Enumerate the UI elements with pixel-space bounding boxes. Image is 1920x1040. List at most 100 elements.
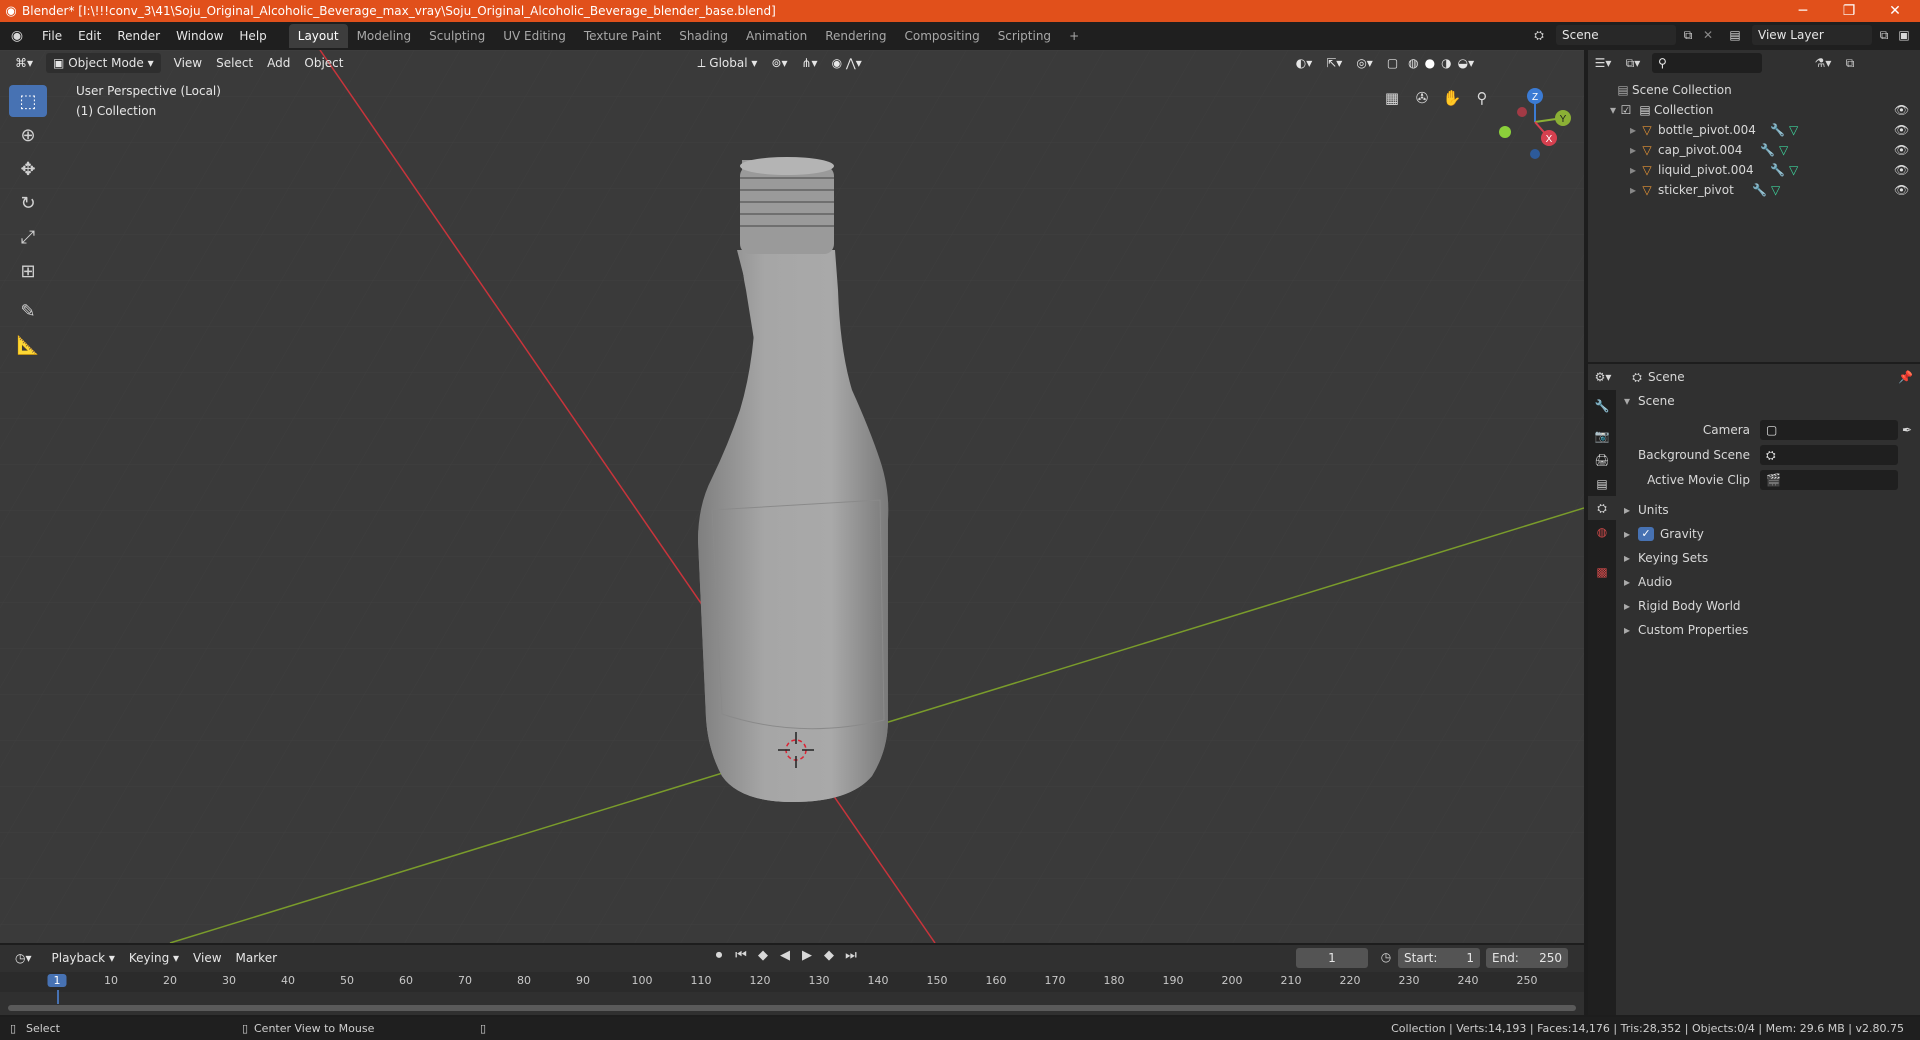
panel-custom-properties[interactable]: ▸ Custom Properties <box>1624 620 1914 640</box>
eye-icon[interactable]: 👁 <box>1894 143 1909 157</box>
panel-gravity[interactable]: ▸ ✓ Gravity <box>1624 524 1914 544</box>
transform-tool-icon[interactable]: ⊞ <box>9 255 47 287</box>
next-keyframe-icon[interactable]: ◆ <box>820 948 838 963</box>
rendered-shading-icon[interactable]: ◒▾ <box>1455 53 1478 73</box>
blender-menu-icon[interactable]: ◉ <box>0 28 34 44</box>
camera-input[interactable]: ▢ <box>1760 420 1898 440</box>
outliner-row-collection[interactable]: ▾ ☑ ▤ Collection 👁 <box>1588 100 1920 120</box>
gizmo-toggle-icon[interactable]: ⇱▾ <box>1319 53 1349 73</box>
menu-render[interactable]: Render <box>109 24 168 48</box>
properties-editor-type-icon[interactable]: ⚙▾ <box>1588 370 1618 384</box>
pin-icon[interactable]: 📌 <box>1898 370 1913 384</box>
background-scene-input[interactable]: ⛭ <box>1760 445 1898 465</box>
measure-tool-icon[interactable]: 📐 <box>9 329 47 361</box>
tab-sculpting[interactable]: Sculpting <box>420 24 494 48</box>
playhead-line[interactable] <box>57 990 59 1004</box>
snap-icon[interactable]: ⋔▾ <box>795 53 825 73</box>
remove-scene-icon[interactable]: ✕ <box>1700 28 1716 42</box>
jump-end-icon[interactable]: ⏭ <box>842 948 860 963</box>
eyedropper-icon[interactable]: ✒ <box>1902 423 1912 437</box>
timeline-editor-type-icon[interactable]: ◷▾ <box>8 948 39 968</box>
move-tool-icon[interactable]: ✥ <box>9 153 47 185</box>
tab-uv-editing[interactable]: UV Editing <box>494 24 575 48</box>
outliner-row-object[interactable]: ▸ ▽ bottle_pivot.004 🔧 ▽ 👁 <box>1588 120 1920 140</box>
modifier-icon[interactable]: 🔧 <box>1760 143 1775 157</box>
editor-type-icon[interactable]: ⌘▾ <box>8 53 40 73</box>
new-scene-icon[interactable]: ⧉ <box>1680 28 1696 43</box>
scale-tool-icon[interactable]: ⤢ <box>9 221 47 253</box>
mesh-data-icon[interactable]: ▽ <box>1789 163 1798 177</box>
menu-window[interactable]: Window <box>168 24 231 48</box>
expand-arrow-icon[interactable]: ▾ <box>1588 103 1616 117</box>
transform-orientation[interactable]: ⟂ Global ▾ <box>690 53 764 73</box>
outliner-row-object[interactable]: ▸ ▽ sticker_pivot 🔧 ▽ 👁 <box>1588 180 1920 200</box>
new-collection-icon[interactable]: ⧉ <box>1838 56 1862 71</box>
scene-section-header[interactable]: ▾ Scene <box>1624 391 1914 411</box>
pivot-point-icon[interactable]: ⊚▾ <box>764 53 794 73</box>
outliner-search-input[interactable]: ⚲ <box>1652 53 1762 73</box>
start-frame-input[interactable]: Start: 1 <box>1398 948 1480 968</box>
menu-marker[interactable]: Marker <box>229 948 284 968</box>
tab-scripting[interactable]: Scripting <box>989 24 1060 48</box>
display-mode-icon[interactable]: ⧉▾ <box>1618 56 1648 71</box>
eye-icon[interactable]: 👁 <box>1894 163 1909 177</box>
panel-keying-sets[interactable]: ▸ Keying Sets <box>1624 548 1914 568</box>
mode-selector[interactable]: ▣ Object Mode ▾ <box>46 53 161 73</box>
mesh-data-icon[interactable]: ▽ <box>1789 123 1798 137</box>
eye-icon[interactable]: 👁 <box>1894 103 1909 117</box>
tab-compositing[interactable]: Compositing <box>895 24 988 48</box>
orientation-gizmo[interactable]: Z Y X <box>1490 82 1580 162</box>
new-view-layer-icon[interactable]: ⧉ <box>1876 28 1892 43</box>
minimize-button[interactable]: ─ <box>1780 0 1826 22</box>
menu-view[interactable]: View <box>186 948 228 968</box>
prev-keyframe-icon[interactable]: ◆ <box>754 948 772 963</box>
modifier-icon[interactable]: 🔧 <box>1752 183 1767 197</box>
timeline-scrollbar[interactable] <box>8 1005 1576 1011</box>
menu-object[interactable]: Object <box>297 53 350 73</box>
play-icon[interactable]: ▶ <box>798 948 816 963</box>
select-box-tool-icon[interactable]: ⬚ <box>9 85 47 117</box>
menu-add[interactable]: Add <box>260 53 297 73</box>
modifier-icon[interactable]: 🔧 <box>1770 123 1785 137</box>
3d-viewport[interactable] <box>0 50 1584 943</box>
menu-keying[interactable]: Keying ▾ <box>122 948 186 968</box>
tab-shading[interactable]: Shading <box>670 24 737 48</box>
pan-hand-icon[interactable]: ✋ <box>1440 86 1464 110</box>
render-tab-icon[interactable]: 📷 <box>1588 424 1616 448</box>
eye-icon[interactable]: 👁 <box>1894 123 1909 137</box>
gravity-checkbox[interactable]: ✓ <box>1638 527 1654 541</box>
modifier-icon[interactable]: 🔧 <box>1770 163 1785 177</box>
end-frame-input[interactable]: End: 250 <box>1486 948 1568 968</box>
outliner-editor-type-icon[interactable]: ☰▾ <box>1588 56 1618 70</box>
remove-view-layer-icon[interactable]: ▣ <box>1896 28 1912 42</box>
frame-ruler[interactable]: 1 10 20 30 40 50 60 70 80 90 100 110 120 130 140 150 160… <box>0 972 1584 1004</box>
outliner-row-object[interactable]: ▸ ▽ liquid_pivot.004 🔧 ▽ 👁 <box>1588 160 1920 180</box>
cursor-tool-icon[interactable]: ⊕ <box>9 119 47 151</box>
menu-playback[interactable]: Playback ▾ <box>45 948 122 968</box>
scene-tab-icon[interactable]: ⛭ <box>1588 496 1616 520</box>
material-shading-icon[interactable]: ◑ <box>1438 53 1454 73</box>
record-icon[interactable]: ⏺ <box>710 948 728 963</box>
menu-file[interactable]: File <box>34 24 70 48</box>
world-tab-icon[interactable]: ◍ <box>1588 520 1616 544</box>
output-tab-icon[interactable]: 🖨 <box>1588 448 1616 472</box>
active-movie-clip-input[interactable]: 🎬 <box>1760 470 1898 490</box>
mesh-data-icon[interactable]: ▽ <box>1779 143 1788 157</box>
play-reverse-icon[interactable]: ◀ <box>776 948 794 963</box>
menu-view[interactable]: View <box>167 53 209 73</box>
solid-shading-icon[interactable]: ● <box>1422 53 1438 73</box>
tab-layout[interactable]: Layout <box>288 24 348 48</box>
mesh-data-icon[interactable]: ▽ <box>1771 183 1780 197</box>
panel-rigid-body-world[interactable]: ▸ Rigid Body World <box>1624 596 1914 616</box>
view-layer-selector[interactable]: View Layer <box>1752 25 1872 45</box>
grid-view-icon[interactable]: ▦ <box>1380 86 1404 110</box>
texture-tab-icon[interactable]: ▩ <box>1588 560 1616 584</box>
tab-animation[interactable]: Animation <box>737 24 816 48</box>
maximize-button[interactable]: ❐ <box>1826 0 1872 22</box>
visibility-icon[interactable]: ◐▾ <box>1289 53 1320 73</box>
proportional-edit-icon[interactable]: ◉ ⋀▾ <box>825 53 869 73</box>
preview-range-icon[interactable]: ◷ <box>1378 950 1394 964</box>
xray-icon[interactable]: ▢ <box>1380 53 1405 73</box>
close-button[interactable]: ✕ <box>1872 0 1918 22</box>
overlay-toggle-icon[interactable]: ◎▾ <box>1349 53 1380 73</box>
